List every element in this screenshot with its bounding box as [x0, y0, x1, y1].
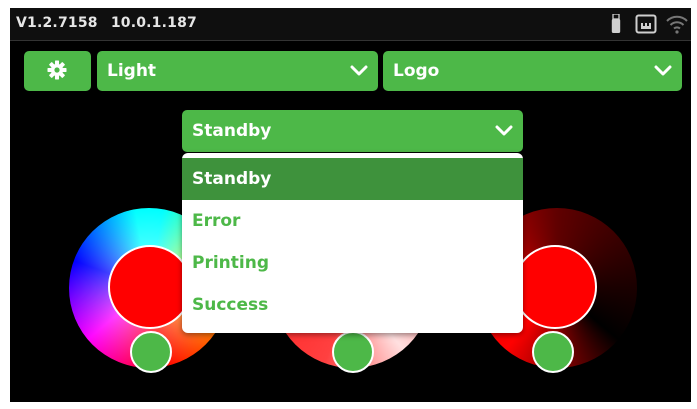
state-option-standby[interactable]: Standby	[182, 158, 523, 200]
usb-icon	[611, 13, 621, 38]
chevron-down-icon	[495, 125, 513, 136]
printer-screen: V1.2.7158 10.0.1.187 Light Logo Standby …	[10, 8, 691, 402]
logo-dropdown[interactable]: Logo	[383, 51, 682, 91]
state-dropdown[interactable]: Standby	[182, 110, 523, 152]
settings-button[interactable]	[24, 51, 91, 91]
status-bar: V1.2.7158 10.0.1.187	[10, 8, 691, 41]
firmware-version: V1.2.7158	[16, 15, 98, 31]
brightness-color-preview	[513, 245, 597, 329]
state-dropdown-list: Standby Error Printing Success	[182, 153, 523, 333]
wifi-icon	[665, 14, 689, 38]
brightness-slider-knob[interactable]	[532, 331, 574, 373]
hue-slider-knob[interactable]	[130, 331, 172, 373]
ip-address: 10.0.1.187	[110, 15, 197, 31]
light-dropdown[interactable]: Light	[97, 51, 378, 91]
state-option-printing[interactable]: Printing	[182, 242, 523, 284]
logo-dropdown-value: Logo	[393, 61, 440, 81]
state-dropdown-value: Standby	[192, 121, 272, 141]
chevron-down-icon	[350, 65, 368, 76]
hue-color-preview	[108, 245, 192, 329]
light-dropdown-value: Light	[107, 61, 157, 81]
gear-icon	[47, 60, 67, 80]
saturation-slider-knob[interactable]	[332, 331, 374, 373]
ethernet-icon	[635, 14, 657, 38]
chevron-down-icon	[654, 65, 672, 76]
state-option-success[interactable]: Success	[182, 284, 523, 326]
status-info: V1.2.7158 10.0.1.187	[16, 15, 197, 31]
state-option-error[interactable]: Error	[182, 200, 523, 242]
